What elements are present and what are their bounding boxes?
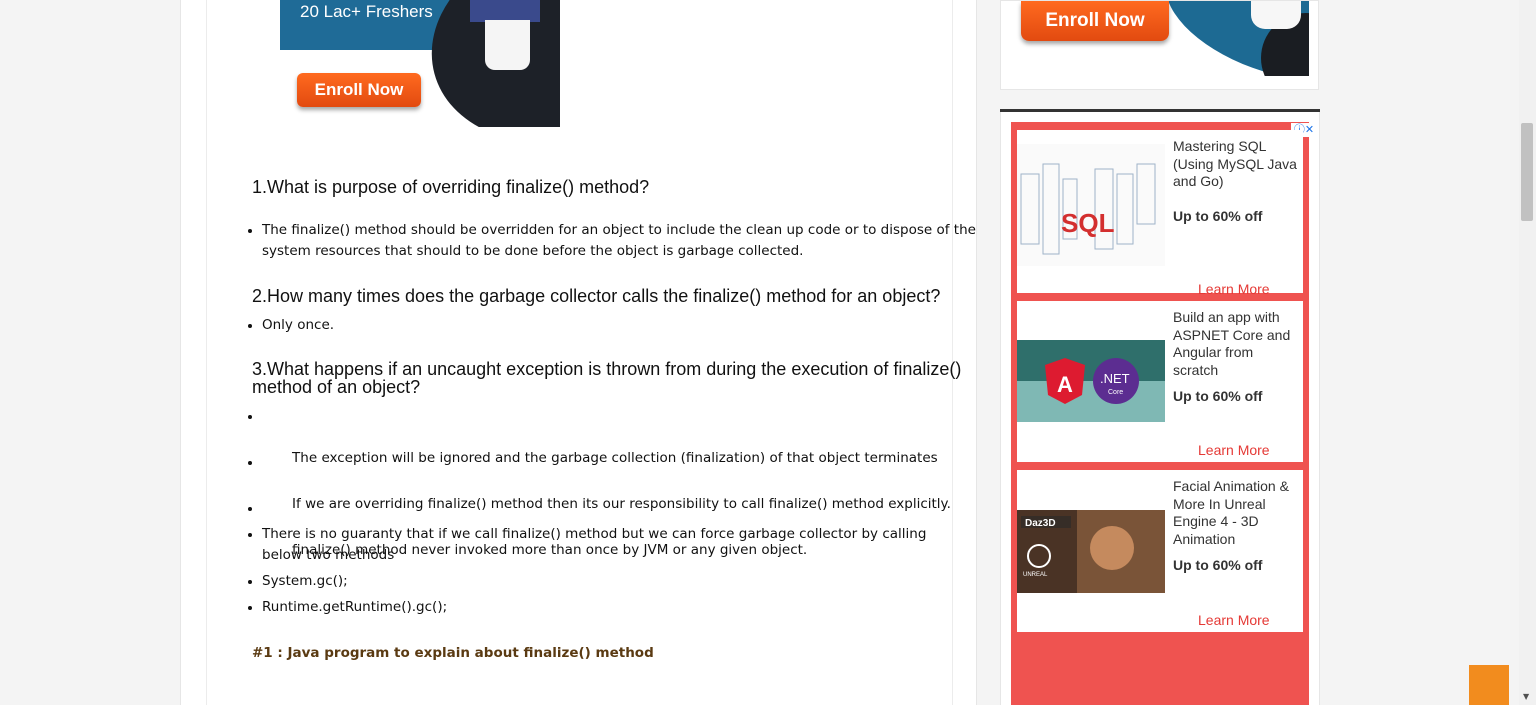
list-item: System.gc();: [248, 571, 976, 592]
ad-card-offer: Up to 60% off: [1173, 557, 1263, 573]
angular-logo-letter: A: [1057, 372, 1073, 397]
bullet: [248, 606, 252, 610]
page-scrollbar[interactable]: ▼: [1519, 0, 1536, 705]
daz3d-logo-text: Daz3D: [1025, 518, 1056, 529]
scrollbar-thumb[interactable]: [1521, 123, 1533, 221]
learn-more-link[interactable]: Learn More: [1198, 442, 1270, 458]
code-section-heading: #1 : Java program to explain about final…: [252, 645, 654, 661]
ad-card-title[interactable]: Mastering SQL (Using MySQL Java and Go): [1173, 138, 1298, 191]
list-item-text: System.gc();: [262, 573, 348, 589]
learn-more-link[interactable]: Learn More: [1198, 281, 1270, 297]
banner-cup-image: [485, 20, 530, 70]
ad-card-title[interactable]: Build an app with ASPNET Core and Angula…: [1173, 309, 1298, 379]
unreal-course-thumbnail: Daz3D UNREAL: [1017, 510, 1165, 593]
dotnet-logo-subtext: Core: [1108, 389, 1123, 396]
bullet: [248, 507, 252, 511]
list-item: Runtime.getRuntime().gc();: [248, 597, 976, 618]
sql-course-thumbnail: SQL: [1017, 144, 1165, 266]
aspnet-course-thumbnail: A .NET Core: [1017, 340, 1165, 422]
ad-card[interactable]: SQL Mastering SQL (Using MySQL Java and …: [1017, 130, 1303, 297]
article-column: 20 Lac+ Freshers Enroll Now 1.What is pu…: [180, 0, 977, 705]
unreal-logo-text: UNREAL: [1023, 572, 1048, 578]
sidebar-top-ad-art: Enroll Now: [1011, 1, 1309, 76]
sidebar: Enroll Now ⓘ✕ SQL Mastering SQL (Using M…: [1000, 0, 1320, 705]
sidebar-course-ads: ⓘ✕ SQL Mastering SQL (Using MySQL Java a…: [1000, 112, 1320, 705]
bullet: [248, 461, 252, 465]
list-item-text: Only once.: [262, 317, 335, 333]
list-item: The finalize() method should be overridd…: [248, 220, 976, 262]
ad-card-offer: Up to 60% off: [1173, 388, 1263, 404]
sidebar-enroll-button[interactable]: Enroll Now: [1021, 1, 1169, 41]
list-item: There is no guaranty that if we call fin…: [248, 524, 952, 566]
ad-card[interactable]: A .NET Core Build an app with ASPNET Cor…: [1017, 301, 1303, 462]
scroll-down-arrow-icon[interactable]: ▼: [1523, 692, 1529, 701]
question-heading: 1.What is purpose of overriding finalize…: [252, 177, 650, 197]
banner-enroll-button[interactable]: Enroll Now: [297, 73, 421, 107]
ad-container: ⓘ✕ SQL Mastering SQL (Using MySQL Java a…: [1011, 122, 1317, 705]
back-to-top-button[interactable]: [1469, 665, 1509, 705]
list-item-text: Runtime.getRuntime().gc();: [262, 599, 448, 615]
bullet: [248, 533, 252, 537]
question-heading: 3.What happens if an uncaught exception …: [252, 359, 962, 397]
bullet: [248, 324, 252, 328]
list-item-text: The finalize() method should be overridd…: [262, 222, 976, 259]
course-banner-ad[interactable]: 20 Lac+ Freshers Enroll Now: [280, 0, 560, 127]
aspnet-thumbnail-art: A .NET Core: [1017, 340, 1165, 422]
list-item: Only once.: [248, 315, 976, 336]
ad-art-cup: [1251, 1, 1301, 29]
learn-more-link[interactable]: Learn More: [1198, 612, 1270, 628]
dotnet-logo-text: .NET: [1100, 371, 1130, 386]
list-item-text: There is no guaranty that if we call fin…: [262, 526, 927, 563]
bullet: [248, 415, 252, 419]
ad-card[interactable]: Daz3D UNREAL Facial Animation & More In …: [1017, 470, 1303, 632]
sql-logo-text: SQL: [1061, 208, 1115, 238]
bullet: [248, 229, 252, 233]
bullet: [248, 580, 252, 584]
sql-thumbnail-art: SQL: [1020, 163, 1156, 255]
banner-tagline: 20 Lac+ Freshers: [300, 2, 433, 21]
banner-person-image: [470, 0, 540, 22]
sidebar-top-ad[interactable]: Enroll Now: [1000, 0, 1319, 90]
ad-card-offer: Up to 60% off: [1173, 208, 1263, 224]
article-content: 20 Lac+ Freshers Enroll Now 1.What is pu…: [206, 0, 976, 705]
unreal-thumbnail-art: Daz3D UNREAL: [1017, 510, 1165, 593]
question-heading: 2.How many times does the garbage collec…: [252, 286, 941, 306]
ad-card-title[interactable]: Facial Animation & More In Unreal Engine…: [1173, 478, 1298, 548]
